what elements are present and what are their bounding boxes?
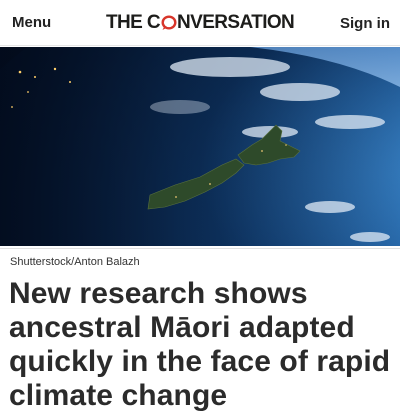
logo-text-prefix: THE C [106, 12, 161, 33]
site-header: Menu THE C NVERSATION Sign in [0, 0, 400, 46]
article-headline: New research shows ancestral Māori adapt… [9, 277, 391, 412]
caption-divider [0, 248, 400, 249]
hero-image [0, 47, 400, 246]
sign-in-button[interactable]: Sign in [340, 15, 390, 32]
speech-bubble-icon [161, 15, 177, 31]
logo-text-suffix: NVERSATION [177, 12, 295, 33]
site-logo[interactable]: THE C NVERSATION [106, 11, 295, 35]
image-caption: Shutterstock/Anton Balazh [10, 256, 140, 268]
menu-button[interactable]: Menu [12, 14, 51, 31]
